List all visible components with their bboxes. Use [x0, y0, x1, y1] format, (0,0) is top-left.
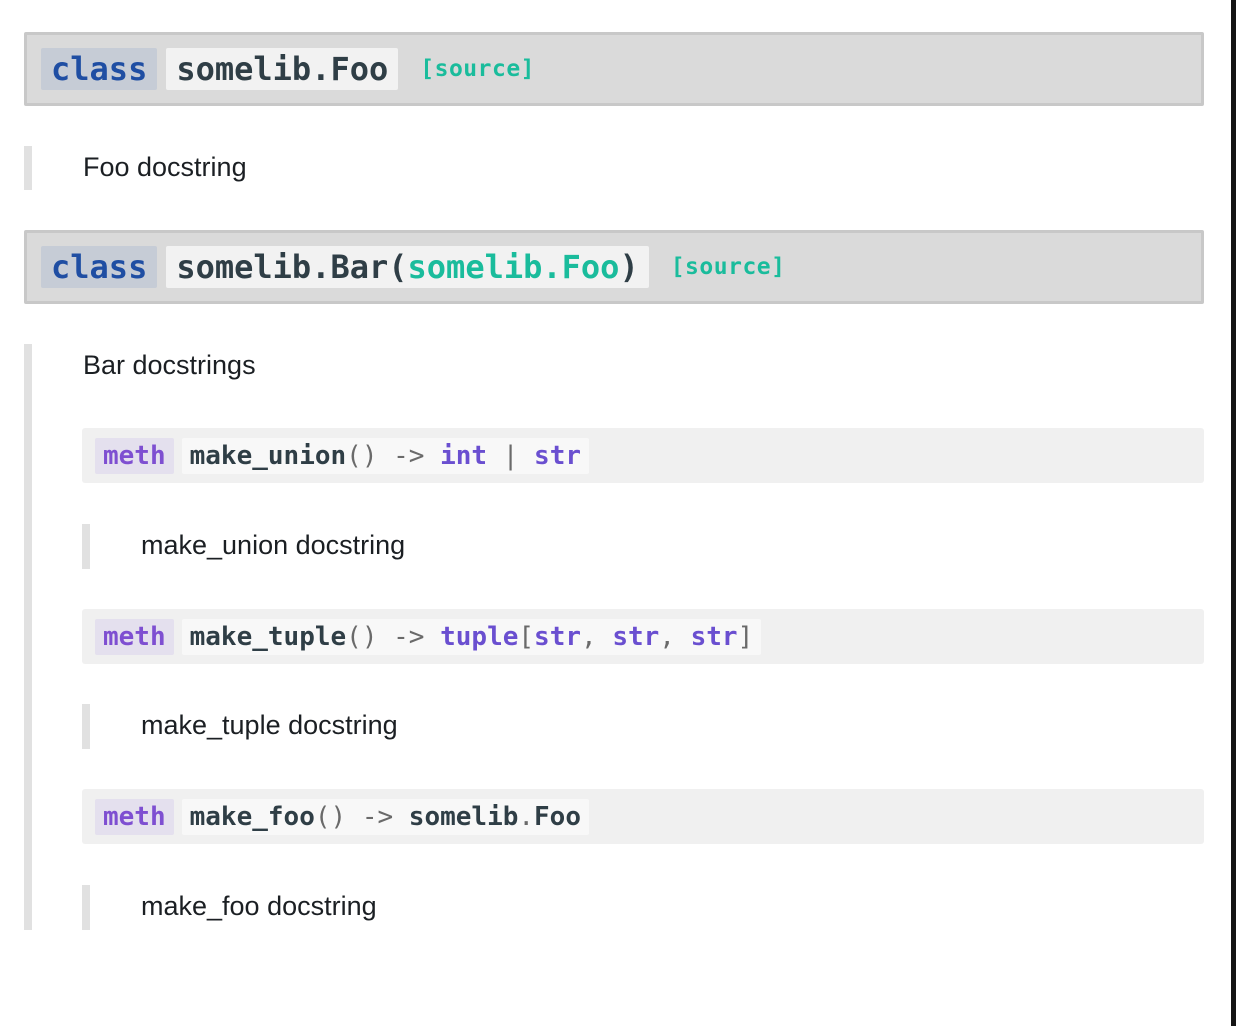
window-edge — [1231, 0, 1236, 1026]
class-name: somelib.Foo — [166, 48, 399, 90]
class-keyword: class — [41, 48, 158, 90]
method-signature-make-foo: meth make_foo() -> somelib.Foo — [82, 789, 1204, 844]
method-signature-make-union: meth make_union() -> int | str — [82, 428, 1204, 483]
docstring-block-foo — [24, 146, 32, 190]
method-parens: () — [314, 801, 347, 832]
docstring-block-make-tuple — [82, 704, 90, 749]
docstring-make-tuple: make_tuple docstring — [141, 710, 398, 740]
comma: , — [659, 621, 675, 652]
source-link[interactable]: [source] — [420, 56, 535, 82]
return-type-str: str — [534, 440, 582, 471]
method-keyword: meth — [95, 437, 174, 474]
docstring-make-union: make_union docstring — [141, 530, 406, 560]
method-keyword: meth — [95, 798, 174, 835]
return-module: somelib — [408, 801, 519, 832]
docstring-block-make-union — [82, 524, 90, 569]
close-paren: ) — [619, 248, 639, 286]
return-dot: . — [518, 801, 535, 832]
union-pipe: | — [502, 440, 519, 471]
return-class: Foo — [534, 801, 581, 832]
class-name-group: somelib.Bar(somelib.Foo) — [166, 246, 649, 288]
open-bracket: [ — [518, 621, 535, 652]
return-arrow: -> — [393, 621, 425, 652]
method-name: make_tuple — [189, 621, 347, 652]
method-name: make_foo — [189, 801, 315, 832]
method-signature-body: make_union() -> int | str — [181, 437, 590, 474]
method-keyword: meth — [95, 618, 174, 655]
docstring-foo: Foo docstring — [83, 152, 247, 182]
return-type-str: str — [690, 621, 738, 652]
method-signature-body: make_foo() -> somelib.Foo — [181, 798, 589, 835]
comma: , — [581, 621, 597, 652]
method-signature-body: make_tuple() -> tuple[str, str, str] — [181, 618, 762, 655]
return-type-int: int — [440, 440, 488, 471]
return-type-str: str — [534, 621, 582, 652]
open-paren: ( — [388, 248, 408, 286]
base-class-link[interactable]: somelib.Foo — [408, 248, 620, 286]
docstring-make-foo: make_foo docstring — [141, 891, 377, 921]
return-type-str: str — [612, 621, 660, 652]
class-name: somelib.Bar — [176, 248, 389, 286]
method-parens: () — [346, 621, 378, 652]
class-signature-foo: class somelib.Foo [source] — [24, 32, 1204, 106]
return-arrow: -> — [361, 801, 394, 832]
source-link[interactable]: [source] — [671, 254, 786, 280]
docstring-block-bar — [24, 344, 32, 930]
method-parens: () — [346, 440, 378, 471]
docstring-block-make-foo — [82, 885, 90, 930]
class-keyword: class — [41, 246, 158, 288]
return-arrow: -> — [393, 440, 425, 471]
docstring-bar: Bar docstrings — [83, 350, 256, 380]
method-name: make_union — [189, 440, 347, 471]
method-signature-make-tuple: meth make_tuple() -> tuple[str, str, str… — [82, 609, 1204, 664]
class-signature-bar: class somelib.Bar(somelib.Foo) [source] — [24, 230, 1204, 304]
return-type-tuple: tuple — [440, 621, 519, 652]
close-bracket: ] — [737, 621, 754, 652]
